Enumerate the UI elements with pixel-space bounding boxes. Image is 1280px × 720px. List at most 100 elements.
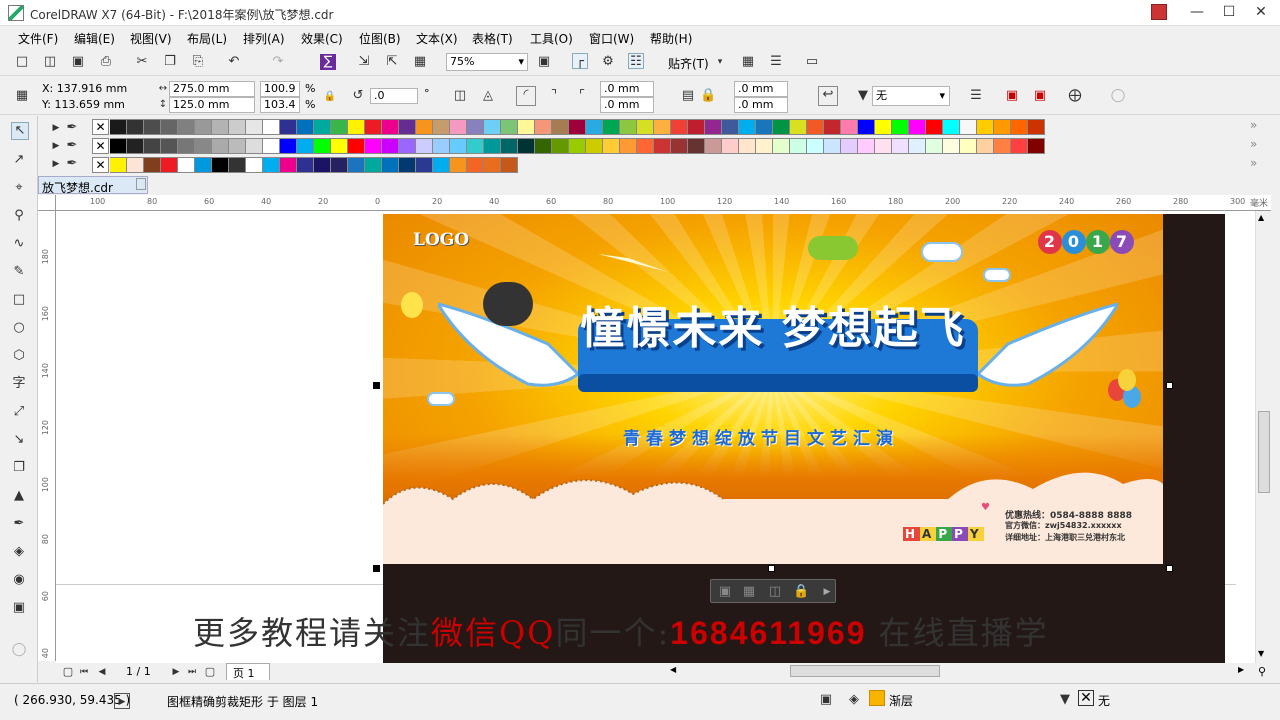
quick-customize-icon[interactable]: ◯ <box>11 642 27 658</box>
color-swatch[interactable] <box>110 138 127 154</box>
color-swatch[interactable] <box>348 138 365 154</box>
color-swatch[interactable] <box>892 119 909 135</box>
horizontal-ruler[interactable]: 100 80 60 40 20 0 20 40 60 80 100 120 140 160 180 200 22… <box>56 195 1271 211</box>
app-launcher-icon[interactable]: ☰ <box>768 54 784 70</box>
color-swatch[interactable] <box>297 119 314 135</box>
rotation-angle-field[interactable]: .0 <box>370 88 418 104</box>
color-swatch[interactable] <box>739 119 756 135</box>
color-swatch[interactable] <box>399 157 416 173</box>
menu-text[interactable]: 文本(X) <box>416 30 458 47</box>
color-swatch[interactable] <box>620 119 637 135</box>
vertical-scroll-thumb[interactable] <box>1258 411 1270 493</box>
cut-icon[interactable]: ✂ <box>134 54 150 70</box>
scale-x-field[interactable]: 100.9 <box>260 81 300 97</box>
zoom-level-select[interactable]: 75% ▾ <box>446 53 528 71</box>
color-swatch[interactable] <box>722 119 739 135</box>
color-swatch[interactable] <box>110 157 127 173</box>
color-swatch[interactable] <box>178 138 195 154</box>
color-swatch[interactable] <box>399 119 416 135</box>
color-swatch[interactable] <box>892 138 909 154</box>
outline-none-swatch[interactable]: ✕ <box>1078 690 1094 706</box>
outline-width-select[interactable]: 无 ▾ <box>872 86 950 106</box>
menu-effects[interactable]: 效果(C) <box>301 30 343 47</box>
color-swatch[interactable] <box>212 157 229 173</box>
color-swatch[interactable] <box>178 119 195 135</box>
redo-icon[interactable]: ↷ <box>270 54 286 70</box>
palette-scroll-icon[interactable]: » <box>1250 137 1257 151</box>
color-swatch[interactable] <box>790 119 807 135</box>
document-tab[interactable]: 放飞梦想.cdr <box>38 176 148 195</box>
color-swatch[interactable] <box>280 138 297 154</box>
color-swatch[interactable] <box>943 119 960 135</box>
color-swatch[interactable] <box>433 119 450 135</box>
freehand-tool-icon[interactable]: ∿ <box>11 236 27 252</box>
color-swatch[interactable] <box>399 138 416 154</box>
smart-fill-icon[interactable]: ◉ <box>11 572 27 588</box>
color-swatch[interactable] <box>127 138 144 154</box>
color-swatch[interactable] <box>688 138 705 154</box>
color-swatch[interactable] <box>637 119 654 135</box>
color-swatch[interactable] <box>858 138 875 154</box>
color-swatch[interactable] <box>620 138 637 154</box>
color-swatch[interactable] <box>603 138 620 154</box>
color-swatch[interactable] <box>1028 119 1045 135</box>
color-swatch[interactable] <box>654 138 671 154</box>
corner-radius-tl[interactable]: .0 mm <box>600 81 654 97</box>
vertical-ruler[interactable]: 180 160 140 120 100 80 60 40 <box>38 211 56 661</box>
color-swatch[interactable] <box>314 157 331 173</box>
color-swatch[interactable] <box>161 157 178 173</box>
color-swatch[interactable] <box>161 119 178 135</box>
color-swatch[interactable] <box>314 119 331 135</box>
options-icon[interactable]: ▦ <box>740 54 756 70</box>
undo-icon[interactable]: ↶ <box>226 54 242 70</box>
scroll-down-icon[interactable]: ▼ <box>1258 649 1264 658</box>
color-swatch[interactable] <box>212 119 229 135</box>
color-swatch[interactable] <box>909 138 926 154</box>
color-swatch[interactable] <box>926 138 943 154</box>
relative-corner-scaling-icon[interactable]: ↩ <box>818 86 838 106</box>
color-swatch[interactable] <box>484 157 501 173</box>
quick-customize-icon[interactable]: ◯ <box>1110 88 1126 104</box>
navigator-icon[interactable]: ⚲ <box>1258 665 1266 678</box>
color-proof-icon[interactable]: ▣ <box>818 692 834 708</box>
height-field[interactable]: 125.0 mm <box>169 97 255 113</box>
show-grid-icon[interactable]: ⚙ <box>600 54 616 70</box>
palette-scroll-icon[interactable]: » <box>1250 118 1257 132</box>
color-swatch[interactable] <box>178 157 195 173</box>
to-back-icon[interactable]: ▣ <box>1032 88 1048 104</box>
chevron-down-icon[interactable]: ▾ <box>712 54 728 70</box>
color-swatch[interactable] <box>807 119 824 135</box>
expand-arrow-icon[interactable]: ▶ <box>48 156 64 172</box>
selection-handle[interactable] <box>768 565 775 572</box>
horizontal-scrollbar[interactable]: ◀ ▶ <box>668 663 1255 679</box>
color-swatch[interactable] <box>824 138 841 154</box>
eyedropper-icon[interactable]: ✒ <box>64 156 80 172</box>
color-swatch[interactable] <box>773 138 790 154</box>
color-swatch[interactable] <box>467 138 484 154</box>
chevron-right-icon[interactable]: ▶ <box>819 584 835 600</box>
color-swatch[interactable] <box>824 119 841 135</box>
shape-tool-icon[interactable]: ↗ <box>11 152 27 168</box>
color-swatch[interactable] <box>263 119 280 135</box>
maximize-button[interactable]: ☐ <box>1212 0 1246 24</box>
color-swatch[interactable] <box>246 119 263 135</box>
color-swatch[interactable] <box>773 119 790 135</box>
color-swatch[interactable] <box>144 157 161 173</box>
color-swatch[interactable] <box>314 138 331 154</box>
color-swatch[interactable] <box>994 119 1011 135</box>
color-swatch[interactable] <box>416 157 433 173</box>
color-swatch[interactable] <box>671 138 688 154</box>
menu-edit[interactable]: 编辑(E) <box>74 30 115 47</box>
corner-radius-br[interactable]: .0 mm <box>734 97 788 113</box>
menu-view[interactable]: 视图(V) <box>130 30 172 47</box>
no-color-swatch[interactable]: ✕ <box>92 138 109 154</box>
play-icon[interactable]: ▶ <box>114 693 130 709</box>
fill-swatch[interactable] <box>869 690 885 706</box>
artistic-media-icon[interactable]: ✎ <box>11 264 27 280</box>
scalloped-corner-icon[interactable]: ⌝ <box>546 88 562 104</box>
color-swatch[interactable] <box>144 138 161 154</box>
color-swatch[interactable] <box>450 119 467 135</box>
color-swatch[interactable] <box>841 138 858 154</box>
chamfered-corner-icon[interactable]: ⌜ <box>574 88 590 104</box>
coreldraw-app-icon[interactable] <box>8 5 24 21</box>
